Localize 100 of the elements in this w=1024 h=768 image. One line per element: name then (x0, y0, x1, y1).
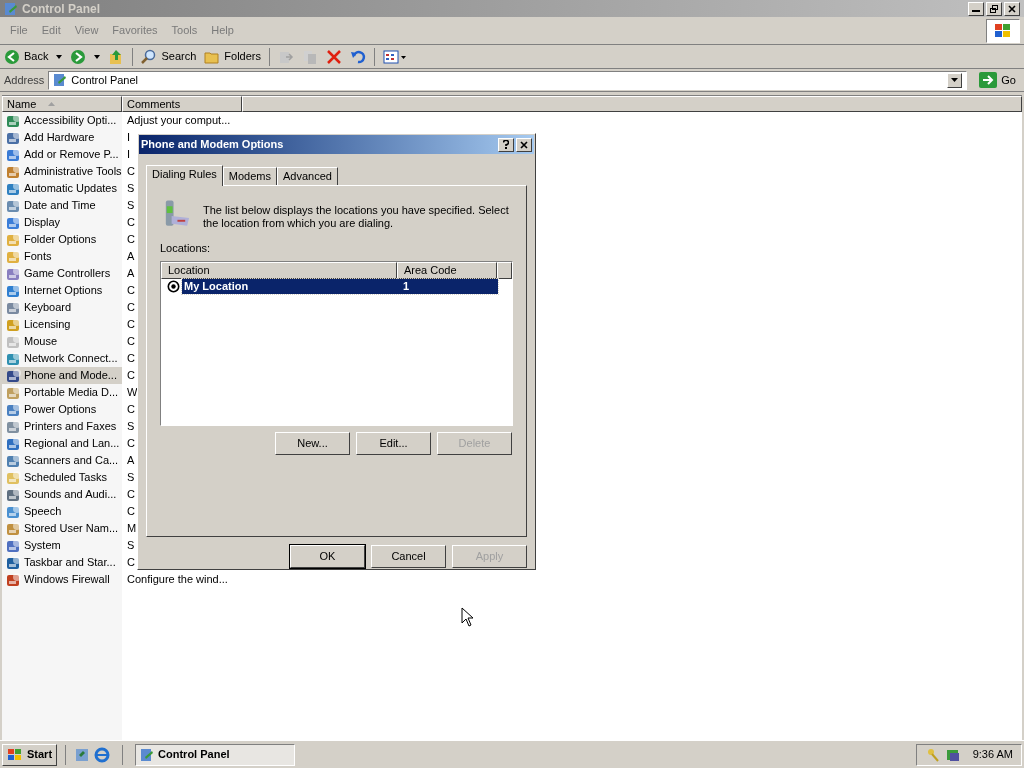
applet-item[interactable]: Folder Options (2, 231, 122, 248)
search-icon (141, 48, 158, 65)
help-button[interactable] (498, 137, 514, 152)
restore-button[interactable] (986, 1, 1002, 16)
applet-item[interactable]: Licensing (2, 316, 122, 333)
close-icon (520, 140, 528, 149)
applet-item[interactable]: Taskbar and Star... (2, 554, 122, 571)
taskbar-button[interactable]: Control Panel (135, 743, 296, 766)
applet-item[interactable]: Fonts (2, 248, 122, 265)
question-mark-icon (503, 140, 509, 149)
applet-item[interactable]: Display (2, 214, 122, 231)
applet-item[interactable]: Automatic Updates (2, 180, 122, 197)
comment-cell-text: C (127, 368, 135, 384)
mouse-cursor-icon (461, 607, 474, 627)
applet-item[interactable]: Stored User Nam... (2, 520, 122, 537)
applet-item[interactable]: Internet Options (2, 282, 122, 299)
applet-item[interactable]: Power Options (2, 401, 122, 418)
comment-cell-text: M (127, 521, 137, 537)
comment-cell-text: A (127, 266, 135, 282)
applet-item[interactable]: Printers and Faxes (2, 418, 122, 435)
radio-dot-icon[interactable] (167, 280, 180, 293)
dialog-button[interactable]: Cancel (371, 545, 446, 568)
delete-icon[interactable] (326, 48, 342, 65)
locations-list[interactable]: Location Area Code My Location 1 (160, 260, 513, 426)
applet-item[interactable]: Scanners and Ca... (2, 452, 122, 469)
desktop-shortcut-icon[interactable] (74, 746, 91, 763)
dialog-button[interactable]: Edit... (356, 431, 431, 455)
comment-cell-text: C (127, 300, 135, 316)
forward-icon[interactable] (70, 48, 87, 65)
back-button[interactable]: Back (4, 48, 49, 65)
comment-cell-text: C (127, 164, 135, 180)
window-icon (4, 1, 18, 16)
close-button[interactable] (1004, 1, 1020, 16)
applet-item[interactable]: Phone and Mode... (2, 367, 122, 384)
applet-item[interactable]: Sounds and Audi... (2, 486, 122, 503)
tab[interactable]: Dialing Rules (146, 165, 223, 186)
column-header[interactable]: Comments (122, 96, 242, 112)
search-button[interactable]: Search (141, 48, 197, 65)
applet-item[interactable]: Mouse (2, 333, 122, 350)
comment-cell-text: C (127, 334, 135, 350)
dropdown-caret-icon[interactable] (56, 54, 63, 59)
applet-item[interactable]: Add or Remove P... (2, 146, 122, 163)
locations-label: Locations: (160, 241, 212, 256)
comment-cell-text: C (127, 215, 135, 231)
dialog-title: Phone and Modem Options (141, 137, 284, 153)
views-icon[interactable] (383, 48, 407, 65)
comment-cell-text: C (127, 504, 135, 520)
applet-item[interactable]: System (2, 537, 122, 554)
applet-icon (6, 367, 22, 384)
comment-cell-text: A (127, 453, 135, 469)
folders-button[interactable]: Folders (204, 48, 261, 65)
dialog-button[interactable]: OK (290, 545, 365, 568)
sort-arrow-icon (48, 102, 56, 106)
header-filler (497, 261, 512, 279)
start-button[interactable]: Start (2, 743, 58, 766)
close-icon (1008, 4, 1016, 13)
applet-item[interactable]: Add Hardware (2, 129, 122, 146)
address-label: Address (4, 72, 45, 88)
comment-cell-text: S (127, 538, 135, 554)
applet-item[interactable]: Game Controllers (2, 265, 122, 282)
applet-item[interactable]: Keyboard (2, 299, 122, 316)
dialog-button[interactable]: New... (275, 431, 350, 455)
comment-cell-text: C (127, 402, 135, 418)
applet-item[interactable]: Windows Firewall (2, 571, 122, 588)
comment-cell-text: I (127, 147, 131, 163)
column-header[interactable]: Name (2, 96, 122, 112)
address-field[interactable]: Control Panel (48, 70, 968, 90)
comment-cell-text: Adjust your comput... (127, 113, 231, 129)
applet-item[interactable]: Network Connect... (2, 350, 122, 367)
browser-icon[interactable] (94, 746, 111, 763)
undo-icon[interactable] (350, 48, 366, 65)
tab[interactable]: Advanced (277, 167, 338, 185)
applet-item[interactable]: Regional and Lan... (2, 435, 122, 452)
close-button[interactable] (516, 137, 532, 152)
go-button[interactable]: Go (975, 71, 1020, 89)
control-panel-icon (53, 73, 68, 87)
description-text: The list below displays the locations you have specified. Select the location from which you are dialing. (203, 204, 510, 230)
minimize-button[interactable] (968, 1, 984, 16)
comment-cell-text: Configure the wind... (127, 572, 228, 588)
applet-item[interactable]: Administrative Tools (2, 163, 122, 180)
tab[interactable]: Modems (222, 167, 277, 185)
location-row[interactable]: My Location 1 (182, 279, 498, 294)
comment-cell-text: C (127, 436, 135, 452)
column-header[interactable]: Location (161, 261, 397, 279)
comment-cell-text: S (127, 181, 135, 197)
dropdown-button[interactable] (947, 72, 963, 88)
comment-cell-text: W (127, 385, 138, 401)
windows-flag-icon (7, 747, 23, 762)
comment-cell-text: C (127, 317, 135, 333)
dropdown-caret-icon[interactable] (94, 54, 101, 59)
comment-cell-text: S (127, 470, 135, 486)
comment-cell-text: C (127, 487, 135, 503)
column-header[interactable]: Area Code (397, 261, 497, 279)
applet-item[interactable]: Speech (2, 503, 122, 520)
control-panel-icon (140, 747, 155, 762)
comment-cell-text: C (127, 555, 135, 571)
applet-item[interactable]: Portable Media D... (2, 384, 122, 401)
applet-item[interactable]: Scheduled Tasks (2, 469, 122, 486)
applet-item[interactable]: Date and Time (2, 197, 122, 214)
applet-item[interactable]: Accessibility Opti... (2, 112, 122, 129)
